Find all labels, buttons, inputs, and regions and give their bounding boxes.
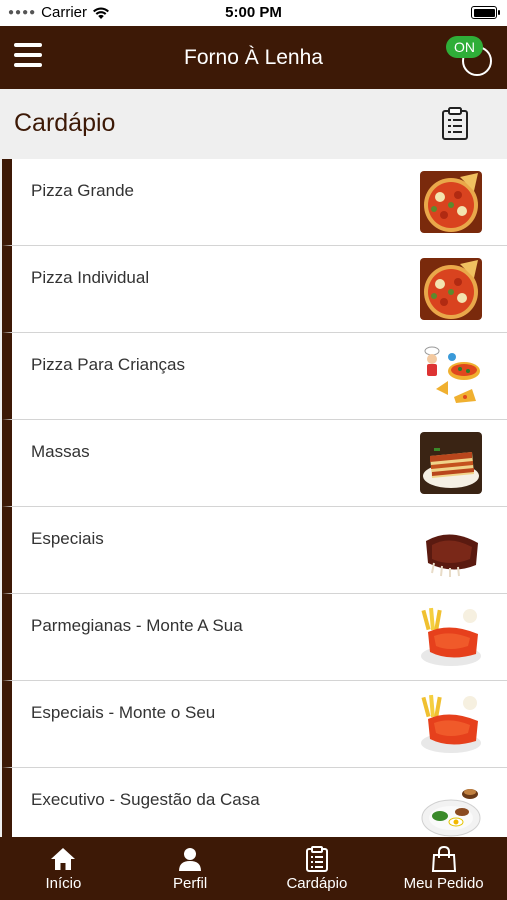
tab-label: Perfil [173, 875, 208, 892]
app-title: Forno À Lenha [184, 46, 323, 69]
tab-cardapio[interactable]: Cardápio [254, 837, 381, 900]
section-header: Cardápio [0, 89, 507, 159]
menu-item-label: Especiais [31, 529, 104, 548]
menu-item-pizza-criancas[interactable]: Pizza Para Crianças [2, 333, 507, 420]
menu-item-label: Executivo - Sugestão da Casa [31, 790, 260, 809]
plate-photo-icon [420, 780, 482, 837]
status-time: 5:00 PM [225, 4, 282, 21]
menu-item-label: Parmegianas - Monte A Sua [31, 616, 243, 635]
menu-category-list: Pizza Grande Pizza Individual Pizza Para… [0, 159, 507, 837]
page-title: Cardápio [14, 109, 116, 137]
tab-label: Cardápio [286, 875, 348, 892]
parmegiana-photo-icon [420, 606, 482, 668]
status-bar: ●●●● Carrier 5:00 PM [0, 0, 507, 26]
clipboard-icon [305, 846, 328, 872]
menu-item-executivo[interactable]: Executivo - Sugestão da Casa [2, 768, 507, 837]
status-badge: ON [446, 36, 483, 58]
tab-label: Início [45, 875, 82, 892]
menu-item-label: Pizza Individual [31, 268, 150, 287]
menu-item-especiais-monte[interactable]: Especiais - Monte o Seu [2, 681, 507, 768]
bottom-tab-bar: Início Perfil Cardápio Meu Pedido [0, 837, 507, 900]
kids-pizza-illustration-icon [420, 345, 482, 407]
app-header: Forno À Lenha ON [0, 26, 507, 89]
menu-item-label: Pizza Grande [31, 181, 134, 200]
menu-item-massas[interactable]: Massas [2, 420, 507, 507]
battery-icon [471, 6, 500, 19]
home-icon [51, 848, 76, 870]
menu-item-pizza-individual[interactable]: Pizza Individual [2, 246, 507, 333]
tab-perfil[interactable]: Perfil [127, 837, 254, 900]
tab-label: Meu Pedido [403, 875, 484, 892]
menu-item-especiais[interactable]: Especiais [2, 507, 507, 594]
clipboard-icon[interactable] [441, 107, 469, 141]
tab-meu-pedido[interactable]: Meu Pedido [380, 837, 507, 900]
menu-item-label: Pizza Para Crianças [31, 355, 186, 374]
pizza-photo-icon [420, 258, 482, 320]
tab-inicio[interactable]: Início [0, 837, 127, 900]
menu-item-label: Massas [31, 442, 90, 461]
parmegiana-photo-icon [420, 693, 482, 755]
menu-item-pizza-grande[interactable]: Pizza Grande [2, 159, 507, 246]
pizza-photo-icon [420, 171, 482, 233]
ribs-photo-icon [420, 519, 482, 581]
user-icon [179, 848, 202, 871]
online-status-toggle[interactable]: ON [446, 36, 494, 76]
lasagna-photo-icon [420, 432, 482, 494]
menu-item-label: Especiais - Monte o Seu [31, 703, 216, 722]
menu-item-parmegianas[interactable]: Parmegianas - Monte A Sua [2, 594, 507, 681]
shopping-bag-icon [431, 846, 456, 872]
